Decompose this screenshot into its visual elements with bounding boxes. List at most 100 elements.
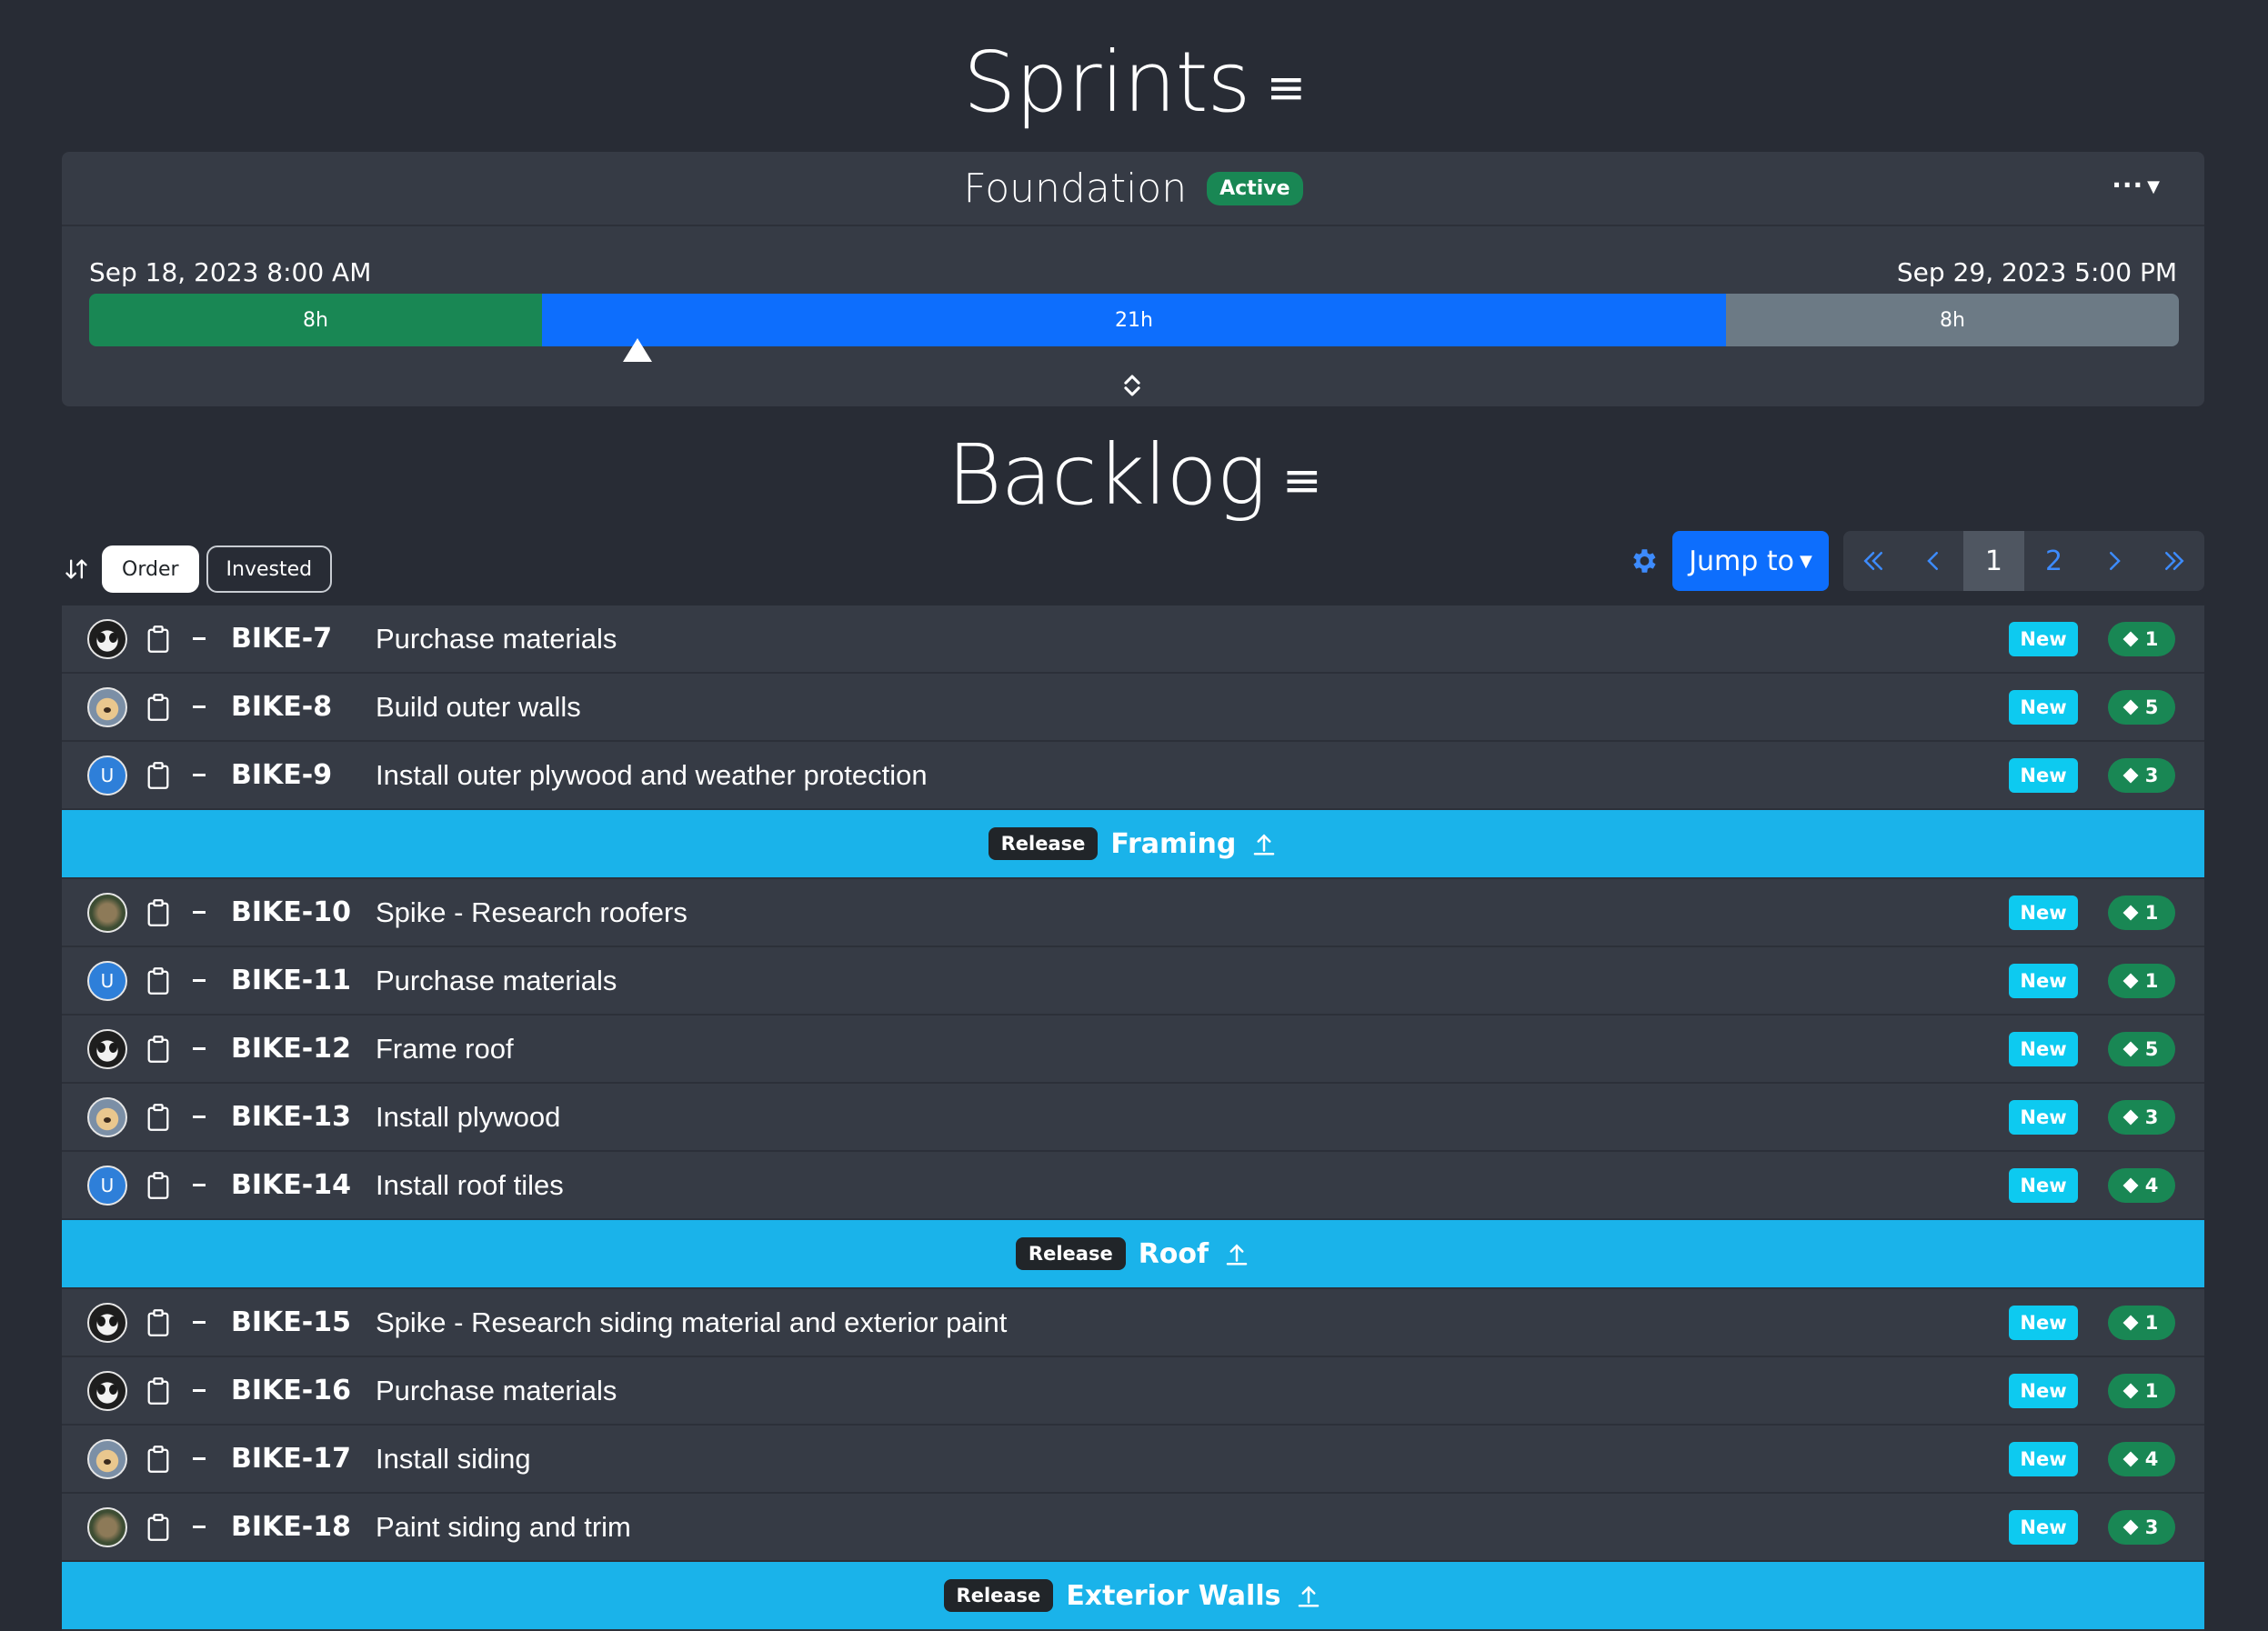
story-points-value: 5 — [2144, 1037, 2159, 1060]
clipboard-icon — [147, 1171, 169, 1199]
pagination: 1 2 — [1843, 531, 2204, 591]
avatar[interactable]: U — [87, 755, 127, 795]
issue-key[interactable]: BIKE-17 — [231, 1443, 351, 1475]
sprints-menu-icon[interactable]: ≡ — [1266, 61, 1306, 115]
diamond-icon — [2122, 1383, 2139, 1398]
backlog-menu-icon[interactable]: ≡ — [1282, 454, 1322, 508]
sort-direction-icon[interactable] — [64, 556, 89, 582]
sprint-options-dropdown[interactable]: ··· ▼ — [2112, 170, 2161, 200]
gear-icon[interactable] — [1628, 545, 1659, 576]
issue-title[interactable]: Frame roof — [376, 1033, 514, 1066]
avatar[interactable] — [87, 1438, 127, 1479]
priority-dash-icon — [193, 1116, 206, 1118]
sprints-heading: Sprints ≡ — [0, 33, 2268, 138]
sprint-start-date: Sep 18, 2023 8:00 AM — [89, 257, 372, 287]
avatar[interactable]: U — [87, 1165, 127, 1206]
sprint-end-date: Sep 29, 2023 5:00 PM — [1896, 257, 2177, 287]
chevron-left-icon — [1927, 552, 1939, 570]
avatar[interactable] — [87, 618, 127, 659]
story-points-value: 5 — [2144, 695, 2159, 718]
issue-key[interactable]: BIKE-9 — [231, 759, 332, 791]
progress-done-segment: 8h — [89, 294, 542, 346]
story-points-badge: 1 — [2108, 895, 2175, 930]
backlog-row[interactable]: U BIKE-14 Install roof tiles New 4 — [62, 1152, 2204, 1220]
sort-order-button[interactable]: Order — [102, 545, 199, 593]
backlog-row[interactable]: BIKE-15 Spike - Research siding material … — [62, 1289, 2204, 1357]
issue-key[interactable]: BIKE-16 — [231, 1375, 351, 1406]
diamond-icon — [2122, 1451, 2139, 1466]
story-points-badge: 1 — [2108, 621, 2175, 656]
issue-title[interactable]: Purchase materials — [376, 965, 617, 997]
priority-dash-icon — [193, 979, 206, 982]
backlog-row[interactable]: U BIKE-9 Install outer plywood and weather… — [62, 742, 2204, 810]
issue-key[interactable]: BIKE-8 — [231, 691, 332, 723]
avatar[interactable]: U — [87, 960, 127, 1001]
backlog-row[interactable]: BIKE-7 Purchase materials New 1 — [62, 605, 2204, 674]
backlog-row[interactable]: BIKE-16 Purchase materials New 1 — [62, 1357, 2204, 1426]
issue-title[interactable]: Build outer walls — [376, 691, 581, 724]
sort-invested-button[interactable]: Invested — [206, 545, 333, 593]
issue-title[interactable]: Purchase materials — [376, 1375, 617, 1407]
priority-dash-icon — [193, 1526, 206, 1528]
release-name[interactable]: Roof — [1139, 1238, 1209, 1270]
avatar[interactable] — [87, 1370, 127, 1411]
avatar[interactable] — [87, 686, 127, 727]
priority-dash-icon — [193, 1184, 206, 1186]
arrow-up-icon[interactable] — [1223, 1239, 1250, 1268]
jump-to-button[interactable]: Jump to ▼ — [1672, 531, 1829, 591]
issue-title[interactable]: Spike - Research roofers — [376, 896, 687, 929]
story-points-value: 1 — [2144, 901, 2159, 924]
progress-in-progress-label: 21h — [1115, 308, 1153, 332]
next-page-button[interactable] — [2084, 531, 2144, 591]
avatar[interactable] — [87, 1302, 127, 1343]
diamond-icon — [2122, 1109, 2139, 1125]
issue-title[interactable]: Purchase materials — [376, 623, 617, 655]
avatar[interactable] — [87, 892, 127, 933]
expand-collapse-icon[interactable] — [1117, 370, 1148, 401]
backlog-row[interactable]: BIKE-8 Build outer walls New 5 — [62, 674, 2204, 742]
issue-key[interactable]: BIKE-10 — [231, 896, 351, 928]
chevron-right-icon — [2109, 552, 2121, 570]
issue-key[interactable]: BIKE-14 — [231, 1169, 351, 1201]
story-points-value: 1 — [2144, 627, 2159, 650]
story-points-badge: 1 — [2108, 963, 2175, 998]
avatar[interactable] — [87, 1028, 127, 1069]
issue-title[interactable]: Paint siding and trim — [376, 1511, 631, 1544]
arrow-up-icon[interactable] — [1295, 1581, 1322, 1610]
progress-remaining-segment: 8h — [1726, 294, 2179, 346]
backlog-row[interactable]: BIKE-10 Spike - Research roofers New 1 — [62, 879, 2204, 947]
double-chevron-right-icon — [2164, 552, 2184, 570]
issue-title[interactable]: Install roof tiles — [376, 1169, 564, 1202]
issue-key[interactable]: BIKE-12 — [231, 1033, 351, 1065]
diamond-icon — [2122, 631, 2139, 646]
issue-key[interactable]: BIKE-7 — [231, 623, 332, 655]
issue-key[interactable]: BIKE-18 — [231, 1511, 351, 1543]
issue-title[interactable]: Install siding — [376, 1443, 531, 1476]
issue-title[interactable]: Install outer plywood and weather protec… — [376, 759, 928, 792]
issue-key[interactable]: BIKE-11 — [231, 965, 351, 996]
issue-key[interactable]: BIKE-15 — [231, 1306, 351, 1338]
status-badge: New — [2009, 621, 2078, 656]
sprint-name[interactable]: Foundation — [964, 165, 1188, 212]
avatar[interactable] — [87, 1506, 127, 1547]
release-name[interactable]: Framing — [1110, 828, 1236, 860]
issue-title[interactable]: Spike - Research siding material and ext… — [376, 1306, 1007, 1339]
page-1-button[interactable]: 1 — [1963, 531, 2024, 591]
status-badge: New — [2009, 1031, 2078, 1066]
backlog-row[interactable]: U BIKE-11 Purchase materials New 1 — [62, 947, 2204, 1016]
first-page-button[interactable] — [1843, 531, 1903, 591]
issue-title[interactable]: Install plywood — [376, 1101, 560, 1134]
last-page-button[interactable] — [2144, 531, 2204, 591]
prev-page-button[interactable] — [1903, 531, 1963, 591]
backlog-row[interactable]: BIKE-13 Install plywood New 3 — [62, 1084, 2204, 1152]
avatar[interactable] — [87, 1096, 127, 1137]
backlog-row[interactable]: BIKE-17 Install siding New 4 — [62, 1426, 2204, 1494]
diamond-icon — [2122, 699, 2139, 715]
release-name[interactable]: Exterior Walls — [1066, 1580, 1280, 1612]
backlog-row[interactable]: BIKE-12 Frame roof New 5 — [62, 1016, 2204, 1084]
backlog-row[interactable]: BIKE-18 Paint siding and trim New 3 — [62, 1494, 2204, 1562]
sprint-progress-bar: 8h 21h 8h — [89, 294, 2179, 346]
issue-key[interactable]: BIKE-13 — [231, 1101, 351, 1133]
arrow-up-icon[interactable] — [1250, 829, 1278, 858]
page-2-button[interactable]: 2 — [2024, 531, 2084, 591]
